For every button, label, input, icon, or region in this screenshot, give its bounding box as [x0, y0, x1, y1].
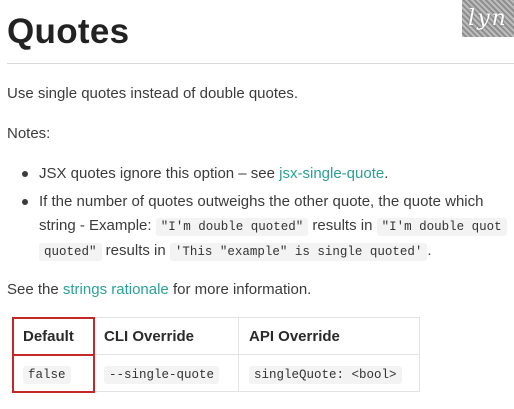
example-code-2-cont: quoted": [39, 243, 102, 261]
table-header-row: Default CLI Override API Override: [11, 316, 420, 356]
strings-rationale-link[interactable]: strings rationale: [63, 281, 169, 298]
notes-label: Notes:: [7, 125, 51, 142]
header-cli-override: CLI Override: [93, 317, 239, 355]
header-api-override: API Override: [238, 317, 420, 355]
list-item: If the number of quotes outweighs the ot…: [7, 190, 514, 264]
default-value: false: [23, 365, 71, 384]
example-code-2: "I'm double quot: [376, 218, 507, 236]
list-item: JSX quotes ignore this option – see jsx-…: [7, 162, 514, 186]
logo-text: lyn: [468, 6, 508, 31]
bullet2-line1: If the number of quotes outweighs the ot…: [39, 193, 484, 210]
bullet2-end: .: [427, 242, 432, 259]
options-table: Default CLI Override API Override false …: [11, 316, 420, 393]
bullet1-end: .: [384, 165, 389, 182]
intro-text: Use single quotes instead of double quot…: [7, 85, 299, 102]
cli-value: --single-quote: [104, 365, 220, 384]
bullet1-text: JSX quotes ignore this option – see: [39, 165, 280, 182]
results-in-text: results in: [308, 217, 377, 234]
see-also-text: See the strings rationale for more infor…: [7, 281, 311, 298]
example-code-1: "I'm double quoted": [155, 218, 309, 236]
example-code-3: 'This "example" is single quoted': [169, 243, 428, 261]
see-suffix: for more information.: [168, 281, 312, 298]
docs-page: Quotes Use single quotes instead of doub…: [7, 0, 514, 409]
bullet2-prefix: string - Example:: [39, 217, 156, 234]
api-value: singleQuote: <bool>: [249, 365, 402, 384]
watermark-logo: lyn: [462, 0, 514, 37]
results-in-text-2: results in: [101, 242, 170, 259]
see-prefix: See the: [7, 281, 63, 298]
table-row: false --single-quote singleQuote: <bool>: [11, 353, 420, 393]
notes-list: JSX quotes ignore this option – see jsx-…: [7, 162, 514, 268]
cell-default: false: [11, 353, 95, 393]
title-divider: [7, 63, 514, 64]
cell-api: singleQuote: <bool>: [238, 354, 420, 392]
page-title: Quotes: [7, 12, 130, 51]
jsx-single-quote-link[interactable]: jsx-single-quote: [279, 165, 384, 182]
header-default: Default: [11, 316, 95, 356]
cell-cli: --single-quote: [93, 354, 239, 392]
